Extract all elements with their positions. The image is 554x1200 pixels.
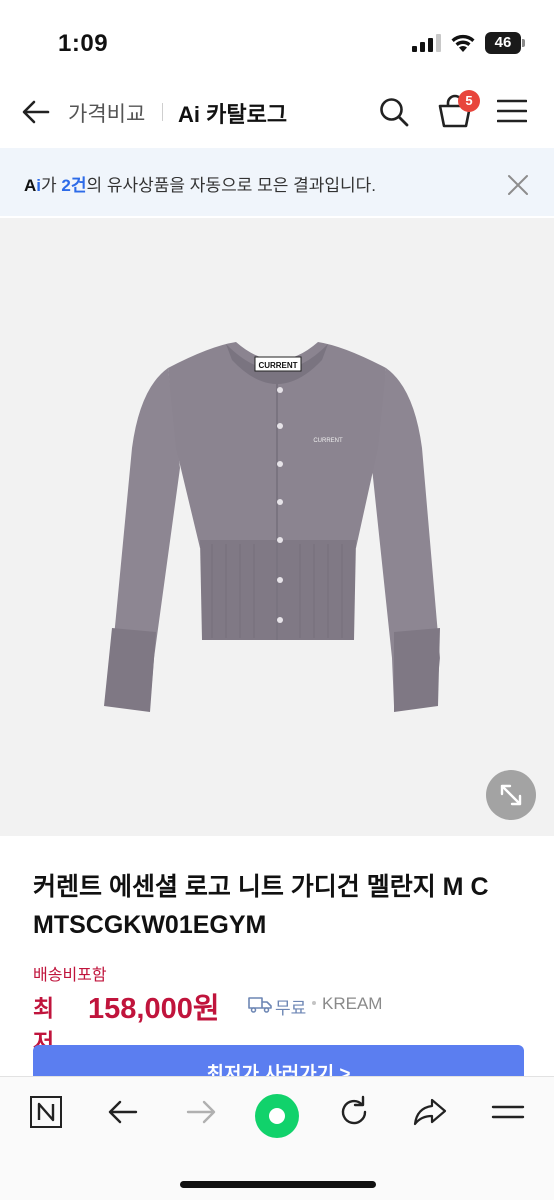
menu-lines-icon[interactable]	[490, 1094, 526, 1130]
search-icon[interactable]	[378, 96, 410, 128]
ai-banner-text: Ai가 2건의 유사상품을 자동으로 모은 결과입니다.	[24, 176, 376, 195]
right-cuff	[394, 628, 440, 712]
home-indicator	[180, 1181, 376, 1188]
page: 1:09 46 가격비교 Ai 카탈로그 5 Ai가 2건의 유사상품을 자동으…	[0, 0, 554, 1200]
green-home-icon[interactable]	[254, 1093, 300, 1139]
shipping-note: 배송비포함	[33, 967, 107, 984]
product-image[interactable]: CURRENT CURRENT	[0, 218, 554, 836]
cart-count-badge: 5	[458, 90, 480, 112]
status-bar: 1:09 46	[0, 0, 554, 78]
product-title: 커렌트 에센셜 로고 니트 가디건 멜란지 M C MTSCGKW01EGYM	[33, 868, 533, 944]
price-value: 158,000원	[88, 993, 220, 1025]
status-time: 1:09	[58, 30, 109, 57]
cardigan-illustration: CURRENT CURRENT	[104, 342, 440, 712]
product-title-line2: MTSCGKW01EGYM	[33, 911, 267, 939]
section-title: Ai 카탈로그	[178, 102, 288, 127]
chest-logo-text: CURRENT	[313, 438, 343, 444]
naver-n-icon[interactable]	[28, 1094, 64, 1130]
free-delivery-label: 무료	[275, 999, 307, 1018]
share-icon[interactable]	[412, 1094, 448, 1130]
hamburger-menu-icon[interactable]	[497, 98, 527, 124]
ai-logo: Ai	[24, 176, 42, 195]
left-cuff	[104, 628, 156, 712]
back-arrow-icon[interactable]	[20, 96, 52, 128]
battery-tip	[522, 39, 525, 47]
refresh-icon[interactable]	[336, 1094, 372, 1130]
expand-image-button[interactable]	[486, 770, 536, 820]
similar-count: 2건	[61, 176, 87, 195]
separator-dot	[312, 1001, 316, 1005]
ai-info-banner: Ai가 2건의 유사상품을 자동으로 모은 결과입니다.	[0, 148, 554, 216]
truck-icon	[248, 997, 272, 1013]
battery-icon: 46	[485, 32, 525, 54]
close-icon[interactable]	[505, 172, 531, 198]
neck-label-text: CURRENT	[258, 361, 297, 370]
product-title-line1: 커렌트 에센셜 로고 니트 가디건 멜란지 M C	[33, 873, 489, 901]
forward-icon[interactable]	[183, 1094, 219, 1130]
expand-icon	[500, 784, 522, 806]
wifi-icon	[451, 34, 475, 52]
cellular-signal-icon	[412, 34, 441, 52]
breadcrumb-price-compare[interactable]: 가격비교	[68, 98, 145, 128]
breadcrumb-divider	[162, 103, 163, 121]
header: 가격비교 Ai 카탈로그 5	[0, 78, 554, 148]
seller-name: KREAM	[322, 994, 383, 1013]
battery-level: 46	[485, 32, 521, 54]
back-icon[interactable]	[105, 1094, 141, 1130]
browser-toolbar	[0, 1076, 554, 1200]
